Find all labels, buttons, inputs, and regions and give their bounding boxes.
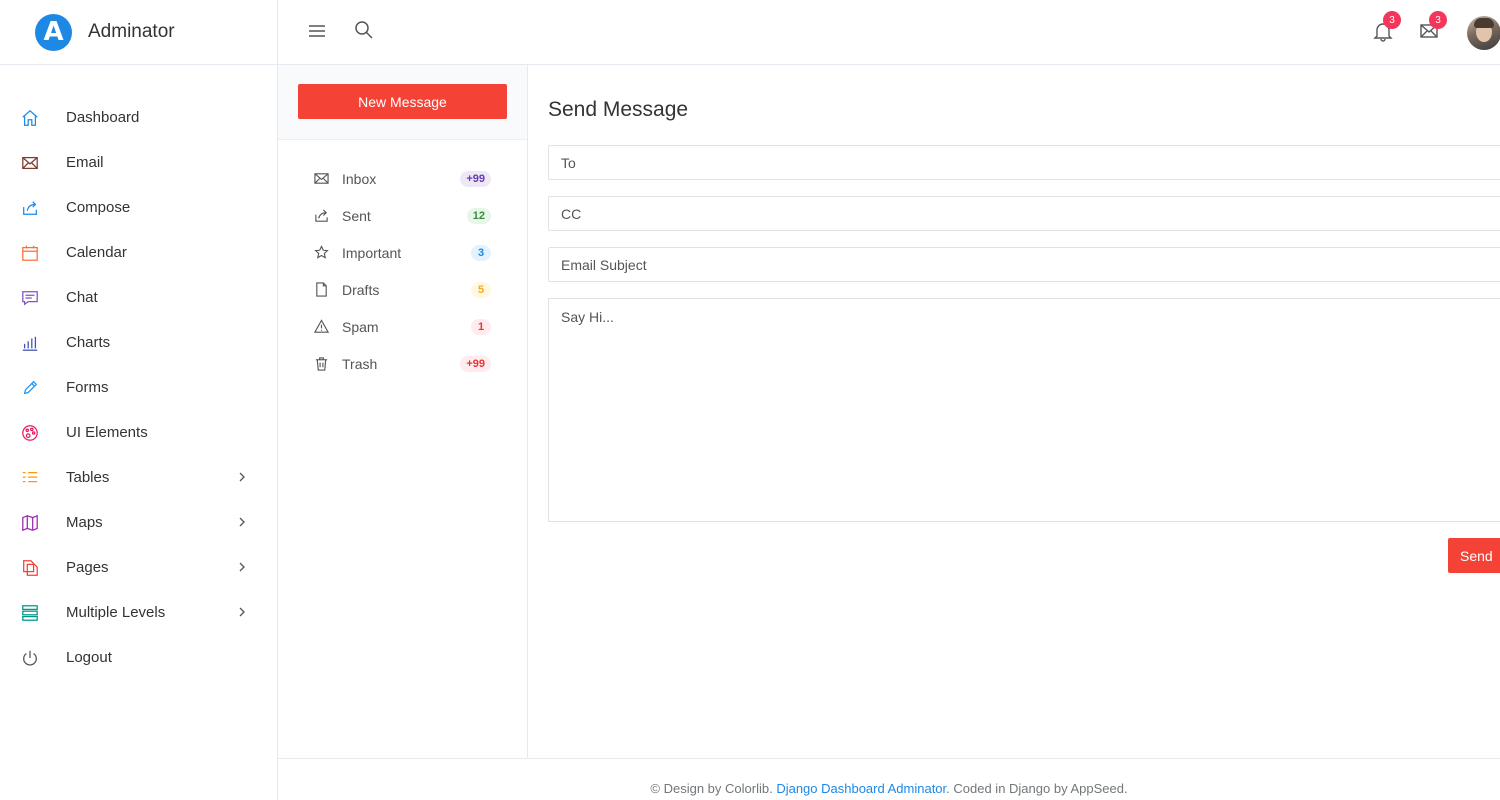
folder-count-badge: +99 — [460, 356, 491, 372]
folder-count-badge: 1 — [471, 319, 491, 335]
bar-chart-icon — [20, 333, 40, 353]
sidebar-item-logout[interactable]: Logout — [0, 635, 277, 680]
folder-list: Inbox +99 Sent 12 Important 3 Drafts 5 S… — [278, 140, 527, 382]
trash-icon — [313, 356, 329, 372]
calendar-icon — [20, 243, 40, 263]
sidebar-item-label: Charts — [66, 334, 111, 351]
sidebar-item-email[interactable]: Email — [0, 140, 277, 185]
cc-field[interactable] — [548, 196, 1500, 231]
sidebar-item-forms[interactable]: Forms — [0, 365, 277, 410]
logo-icon[interactable]: A — [35, 13, 72, 51]
folder-sent[interactable]: Sent 12 — [278, 197, 527, 234]
folder-count-badge: +99 — [460, 171, 491, 187]
folder-trash[interactable]: Trash +99 — [278, 345, 527, 382]
alert-icon — [313, 319, 329, 335]
mail-icon — [313, 171, 329, 187]
footer-credit-prefix: © Design by Colorlib. — [650, 781, 777, 796]
sidebar-item-maps[interactable]: Maps — [0, 500, 277, 545]
send-button[interactable]: Send — [1448, 538, 1500, 573]
map-icon — [20, 513, 40, 533]
footer-credit-suffix: . Coded in Django by AppSeed. — [946, 781, 1128, 796]
search-icon[interactable] — [353, 19, 375, 41]
folder-label: Spam — [342, 318, 379, 335]
folder-drafts[interactable]: Drafts 5 — [278, 271, 527, 308]
list-icon — [20, 468, 40, 488]
sidebar-item-label: Email — [66, 154, 104, 171]
folder-inbox[interactable]: Inbox +99 — [278, 160, 527, 197]
chevron-right-icon[interactable] — [236, 560, 248, 574]
message-body-textarea[interactable] — [548, 298, 1500, 522]
sidebar-menu: Dashboard Email Compose Calendar Chat Ch… — [0, 65, 277, 680]
home-icon — [20, 108, 40, 128]
sidebar-item-compose[interactable]: Compose — [0, 185, 277, 230]
to-field[interactable] — [548, 145, 1500, 180]
sidebar-item-label: Tables — [66, 469, 110, 486]
sidebar-item-label: UI Elements — [66, 424, 148, 441]
hamburger-menu-icon[interactable] — [306, 20, 328, 42]
messages-badge: 3 — [1429, 11, 1447, 29]
sidebar-item-multiple-levels[interactable]: Multiple Levels — [0, 590, 277, 635]
avatar-hair — [1474, 18, 1494, 28]
new-message-wrap: New Message — [278, 65, 527, 140]
chevron-right-icon[interactable] — [236, 515, 248, 529]
folder-spam[interactable]: Spam 1 — [278, 308, 527, 345]
star-icon — [313, 245, 329, 261]
page-title: Send Message — [548, 98, 689, 121]
folder-count-badge: 12 — [466, 208, 491, 224]
footer-link[interactable]: Django Dashboard Adminator — [776, 781, 946, 796]
sidebar-item-label: Multiple Levels — [66, 604, 166, 621]
share-icon — [313, 208, 329, 224]
logo-row[interactable]: A Adminator — [0, 0, 277, 65]
mail-folders-panel: New Message Inbox +99 Sent 12 Important … — [278, 65, 528, 758]
share-icon — [20, 198, 40, 218]
sidebar: A Adminator Dashboard Email Compose Cale… — [0, 0, 278, 800]
sidebar-item-charts[interactable]: Charts — [0, 320, 277, 365]
files-icon — [20, 558, 40, 578]
folder-label: Important — [342, 244, 402, 261]
folder-count-badge: 3 — [471, 245, 491, 261]
new-message-button[interactable]: New Message — [298, 84, 507, 119]
subject-field[interactable] — [548, 247, 1500, 282]
sidebar-item-label: Chat — [66, 289, 98, 306]
file-icon — [313, 282, 329, 298]
compose-panel: Send Message Send — [528, 65, 1500, 758]
chevron-right-icon[interactable] — [236, 470, 248, 484]
sidebar-item-pages[interactable]: Pages — [0, 545, 277, 590]
sidebar-item-ui-elements[interactable]: UI Elements — [0, 410, 277, 455]
folder-label: Trash — [342, 355, 378, 372]
notifications-badge: 3 — [1383, 11, 1401, 29]
sidebar-item-label: Pages — [66, 559, 109, 576]
sidebar-item-calendar[interactable]: Calendar — [0, 230, 277, 275]
sidebar-item-chat[interactable]: Chat — [0, 275, 277, 320]
sidebar-item-label: Compose — [66, 199, 131, 216]
palette-icon — [20, 423, 40, 443]
folder-count-badge: 5 — [471, 282, 491, 298]
sidebar-item-label: Dashboard — [66, 109, 140, 126]
pencil-icon — [20, 378, 40, 398]
folder-label: Inbox — [342, 170, 377, 187]
topbar: 3 3 — [278, 0, 1500, 65]
sidebar-item-label: Forms — [66, 379, 109, 396]
brand-name[interactable]: Adminator — [88, 21, 175, 43]
sidebar-item-tables[interactable]: Tables — [0, 455, 277, 500]
folder-label: Sent — [342, 207, 371, 224]
sidebar-item-label: Maps — [66, 514, 103, 531]
avatar[interactable] — [1467, 16, 1500, 50]
folder-label: Drafts — [342, 281, 380, 298]
footer: © Design by Colorlib. Django Dashboard A… — [278, 758, 1500, 800]
sidebar-item-dashboard[interactable]: Dashboard — [0, 95, 277, 140]
chat-icon — [20, 288, 40, 308]
mail-icon — [20, 153, 40, 173]
chevron-right-icon[interactable] — [236, 605, 248, 619]
layers-icon — [20, 603, 40, 623]
folder-important[interactable]: Important 3 — [278, 234, 527, 271]
power-icon — [20, 648, 40, 668]
sidebar-item-label: Calendar — [66, 244, 127, 261]
sidebar-item-label: Logout — [66, 649, 112, 666]
